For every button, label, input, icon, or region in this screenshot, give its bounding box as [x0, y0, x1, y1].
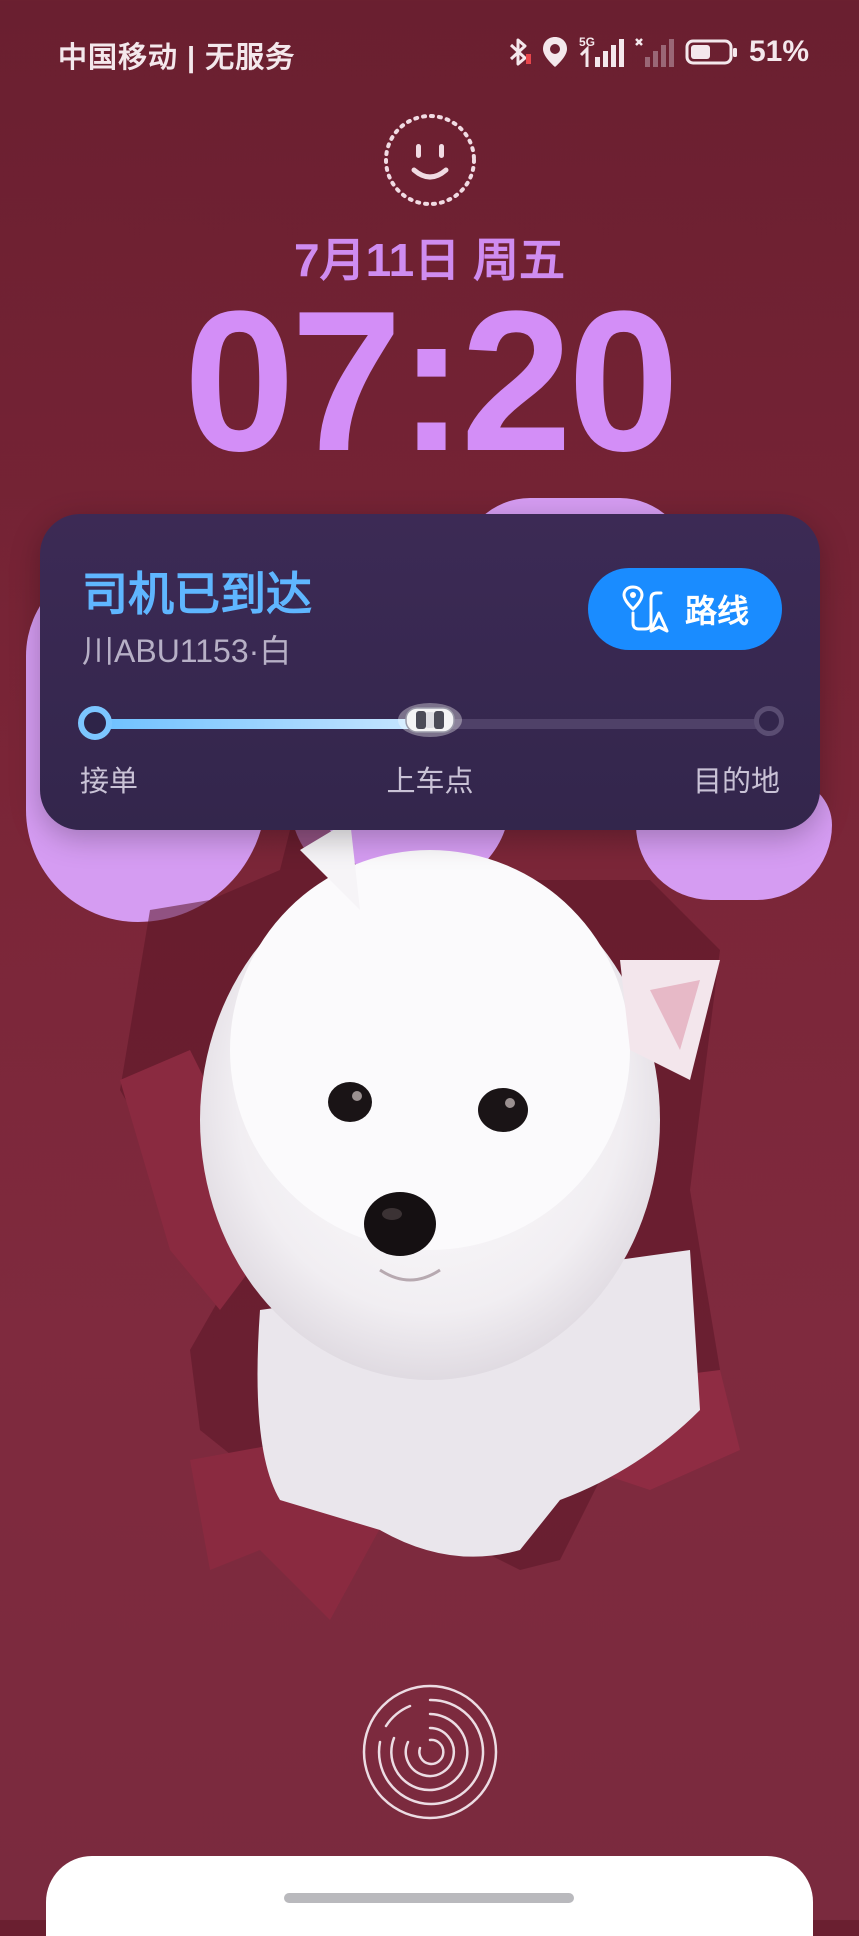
signal-5g-icon: 5G: [579, 35, 624, 67]
progress-start-dot: [78, 706, 112, 740]
bluetooth-icon: [509, 38, 531, 66]
stop-label-destination: 目的地: [692, 766, 780, 798]
battery-icon: [685, 39, 737, 65]
no-signal-icon: [635, 38, 674, 67]
route-button-label: 路线: [684, 593, 749, 629]
progress-end-dot: [754, 706, 784, 736]
fingerprint-icon[interactable]: [360, 1682, 500, 1822]
status-bar: 中国移动 | 无服务 5G 51%: [0, 0, 859, 100]
ride-status-title: 司机已到达: [82, 568, 312, 620]
battery-percent: 51%: [748, 35, 809, 68]
route-button[interactable]: 路线: [588, 568, 782, 650]
trip-progress-fill: [92, 719, 430, 729]
status-icons: 5G 51%: [507, 30, 809, 74]
ride-status-card[interactable]: 司机已到达 川ABU1153·白 路线 接单 上车点 目的地: [40, 514, 820, 830]
carrier-text: 中国移动 | 无服务: [58, 42, 296, 74]
location-icon: [542, 37, 567, 67]
route-icon: [622, 585, 669, 633]
lockscreen-clock: 07:20: [183, 270, 680, 493]
car-marker-icon: [398, 703, 462, 737]
home-indicator[interactable]: [284, 1893, 574, 1903]
license-plate: 川ABU1153·白: [82, 633, 292, 669]
smiley-face-icon: [384, 114, 476, 206]
